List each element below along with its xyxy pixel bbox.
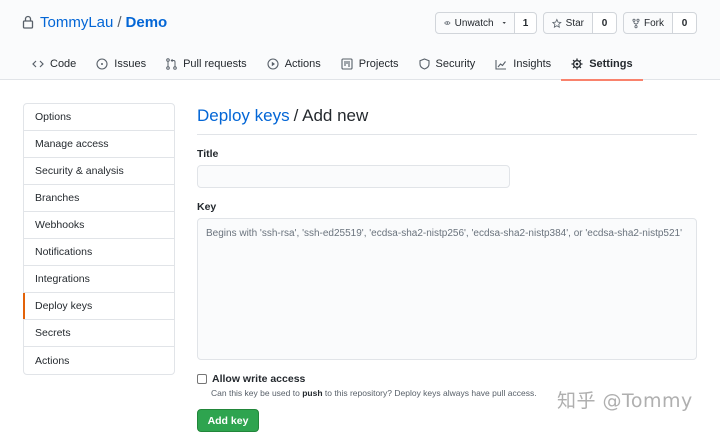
repo-nav-tabs: Code Issues Pull requests Actions Projec…: [22, 48, 644, 81]
star-group: Star 0: [543, 12, 617, 34]
repo-name-link[interactable]: Demo: [126, 14, 168, 31]
star-label: Star: [565, 17, 584, 29]
code-icon: [32, 60, 44, 68]
graph-icon: [495, 59, 507, 70]
caret-down-icon: [502, 22, 506, 24]
breadcrumb-deploy-keys-link[interactable]: Deploy keys: [197, 106, 290, 126]
tab-actions-label: Actions: [284, 58, 321, 70]
repo-owner-link[interactable]: TommyLau: [40, 14, 113, 31]
note-post: to this repository? Deploy keys always h…: [324, 388, 537, 398]
page-title: Deploy keys / Add new: [197, 103, 697, 135]
tab-issues-label: Issues: [114, 58, 147, 70]
title-input[interactable]: [197, 165, 510, 188]
gear-icon: [571, 58, 583, 70]
tab-security[interactable]: Security: [409, 48, 486, 80]
pull-request-icon: [166, 58, 177, 70]
deploy-key-form: Deploy keys / Add new Title Key Begins w…: [197, 103, 697, 432]
write-access-note: Can this key be used to push to this rep…: [211, 388, 537, 398]
tab-insights-label: Insights: [513, 58, 552, 70]
sidebar-item-webhooks[interactable]: Webhooks: [24, 212, 174, 239]
unwatch-label: Unwatch: [454, 17, 494, 29]
tab-projects-label: Projects: [358, 58, 399, 70]
tab-actions[interactable]: Actions: [257, 48, 331, 80]
tab-security-label: Security: [435, 58, 476, 70]
sidebar-item-integrations[interactable]: Integrations: [24, 266, 174, 293]
sidebar-item-actions[interactable]: Actions: [24, 347, 174, 374]
star-count[interactable]: 0: [593, 12, 617, 34]
watermark: 知乎 @Tommy: [557, 390, 693, 412]
fork-count[interactable]: 0: [673, 12, 697, 34]
lock-icon: [22, 15, 34, 29]
fork-group: Fork 0: [623, 12, 697, 34]
sidebar-item-branches[interactable]: Branches: [24, 185, 174, 212]
write-access-checkbox[interactable]: [197, 374, 207, 384]
tab-code[interactable]: Code: [22, 48, 86, 80]
sidebar-item-secrets[interactable]: Secrets: [24, 320, 174, 347]
tab-pull-requests[interactable]: Pull requests: [156, 48, 257, 80]
breadcrumb-current: / Add new: [293, 105, 369, 125]
star-button[interactable]: Star: [543, 12, 593, 34]
play-icon: [267, 58, 279, 70]
sidebar-item-notifications[interactable]: Notifications: [24, 239, 174, 266]
tab-pull-requests-label: Pull requests: [183, 58, 247, 70]
repo-title: TommyLau / Demo: [22, 12, 167, 32]
shield-icon: [418, 58, 430, 70]
tab-insights[interactable]: Insights: [485, 48, 561, 80]
unwatch-group: Unwatch 1: [435, 12, 537, 34]
sidebar-item-deploy-keys[interactable]: Deploy keys: [23, 293, 174, 320]
project-icon: [341, 58, 353, 70]
repo-header: TommyLau / Demo Unwatch 1 Star 0 Fork 0 …: [0, 0, 720, 81]
key-placeholder: Begins with 'ssh-rsa', 'ssh-ed25519', 'e…: [206, 228, 683, 239]
settings-sidebar: Options Manage access Security & analysi…: [23, 103, 175, 375]
write-access-row: Allow write access: [197, 373, 305, 385]
tab-issues[interactable]: Issues: [86, 48, 156, 80]
tab-projects[interactable]: Projects: [331, 48, 409, 80]
tab-settings[interactable]: Settings: [561, 48, 644, 81]
watch-count[interactable]: 1: [515, 12, 537, 34]
fork-label: Fork: [644, 17, 664, 29]
unwatch-button[interactable]: Unwatch: [435, 12, 515, 34]
sidebar-item-manage-access[interactable]: Manage access: [24, 131, 174, 158]
fork-button[interactable]: Fork: [623, 12, 673, 34]
write-access-label[interactable]: Allow write access: [212, 373, 305, 385]
repo-separator: /: [117, 13, 122, 31]
title-label: Title: [197, 148, 219, 160]
sidebar-item-security-analysis[interactable]: Security & analysis: [24, 158, 174, 185]
eye-icon: [444, 21, 451, 25]
note-push: push: [302, 388, 323, 398]
sidebar-item-options[interactable]: Options: [24, 104, 174, 131]
key-label: Key: [197, 201, 217, 213]
note-pre: Can this key be used to: [211, 388, 300, 398]
issue-icon: [96, 58, 108, 70]
star-icon: [552, 18, 562, 28]
tab-settings-label: Settings: [589, 58, 633, 70]
tab-code-label: Code: [50, 58, 77, 70]
add-key-button[interactable]: Add key: [197, 409, 259, 432]
fork-icon: [632, 18, 640, 28]
